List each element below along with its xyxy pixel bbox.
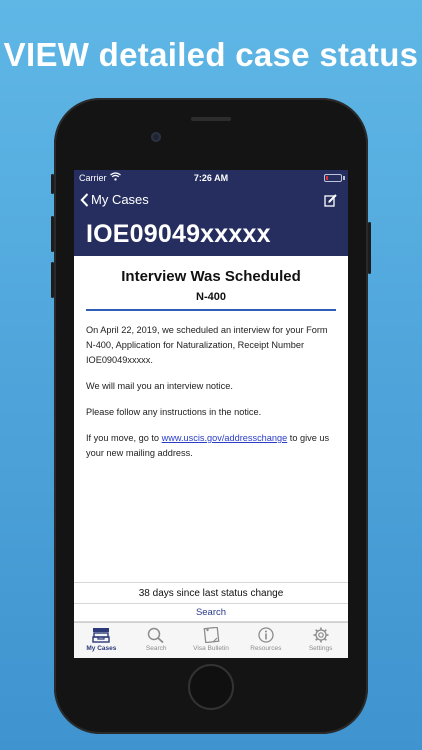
battery-level — [326, 176, 328, 180]
tab-bar: My Cases Search Visa Bulletin Resources … — [74, 622, 348, 658]
back-button[interactable]: My Cases — [80, 192, 149, 207]
info-icon — [258, 627, 274, 643]
bulletin-icon — [203, 627, 220, 643]
tab-visa-bulletin[interactable]: Visa Bulletin — [184, 623, 239, 658]
status-paragraph: We will mail you an interview notice. — [86, 381, 233, 391]
earpiece — [191, 117, 231, 121]
tab-settings[interactable]: Settings — [293, 623, 348, 658]
gear-icon — [313, 627, 329, 643]
volume-down-button — [51, 262, 54, 298]
status-bar: Carrier 7:26 AM — [74, 170, 348, 186]
title-divider — [86, 309, 336, 311]
days-since-change: 38 days since last status change — [74, 582, 348, 604]
tab-my-cases[interactable]: My Cases — [74, 623, 129, 658]
inbox-icon — [92, 628, 111, 643]
phone-frame: Carrier 7:26 AM My Cases IOE09049xxxxx I… — [51, 98, 371, 734]
tab-label: Search — [145, 645, 167, 652]
battery-nub — [343, 176, 345, 180]
tab-search[interactable]: Search — [129, 623, 184, 658]
power-button — [368, 222, 371, 274]
tab-label: My Cases — [86, 645, 117, 652]
tab-label: Visa Bulletin — [193, 645, 229, 652]
home-button[interactable] — [188, 664, 234, 710]
status-paragraph: If you move, go to www.uscis.gov/address… — [74, 431, 348, 461]
receipt-number: IOE09049xxxxx — [86, 220, 271, 248]
volume-up-button — [51, 216, 54, 252]
tab-resources[interactable]: Resources — [238, 623, 293, 658]
status-title: Interview Was Scheduled — [121, 268, 301, 285]
back-label: My Cases — [91, 192, 149, 207]
tab-label: Settings — [308, 645, 333, 652]
nav-bar: Carrier 7:26 AM My Cases IOE09049xxxxx — [74, 170, 348, 256]
search-button[interactable]: Search — [74, 604, 348, 622]
app-screen: Carrier 7:26 AM My Cases IOE09049xxxxx I… — [74, 170, 348, 658]
front-camera — [151, 132, 161, 142]
headline: VIEW detailed case status — [3, 36, 419, 73]
status-paragraph: On April 22, 2019, we scheduled an inter… — [86, 325, 328, 365]
chevron-left-icon — [80, 192, 89, 207]
case-status-card: Interview Was Scheduled N-400 On April 2… — [74, 256, 348, 461]
paragraph-text: If you move, go to — [86, 433, 162, 443]
mute-switch — [51, 174, 54, 194]
status-paragraph: Please follow any instructions in the no… — [86, 407, 262, 417]
edit-icon[interactable] — [324, 193, 338, 212]
battery-icon — [324, 174, 342, 182]
tab-label: Resources — [250, 645, 282, 652]
search-icon — [147, 627, 164, 643]
address-change-link[interactable]: www.uscis.gov/addresschange — [162, 433, 288, 443]
form-type: N-400 — [196, 291, 226, 303]
status-time: 7:26 AM — [193, 173, 229, 183]
